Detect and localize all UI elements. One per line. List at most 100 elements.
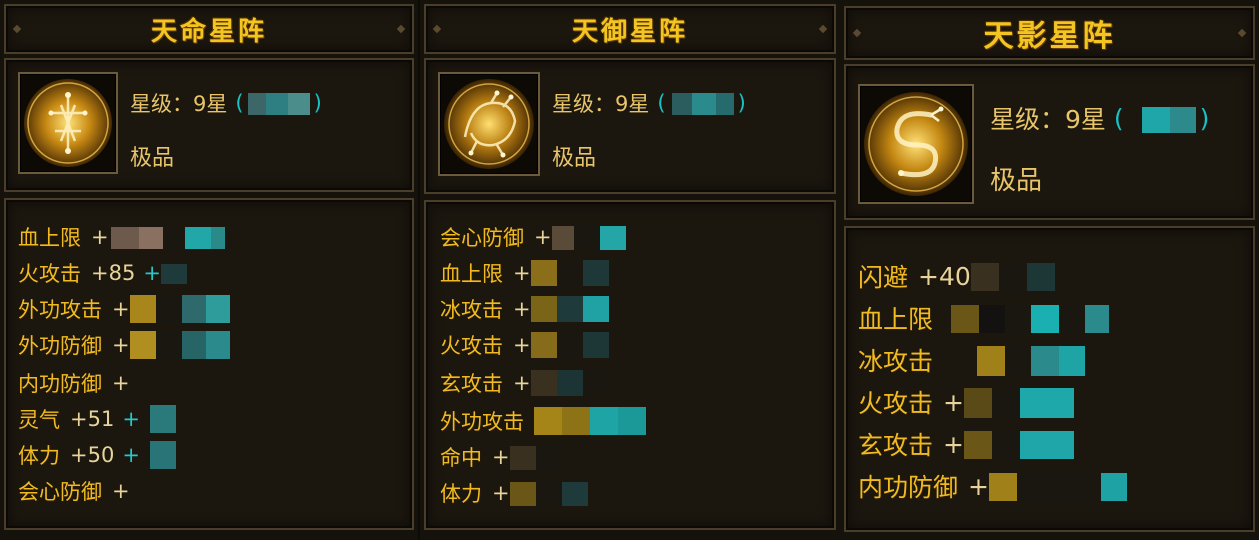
panel-tianying: 天影星阵 星级：9星 () 极品 闪避 +40 血上限 冰攻击 火攻击 + 玄… — [840, 0, 1259, 540]
stat-value: + — [513, 371, 531, 395]
stat-label: 血上限 — [858, 305, 934, 334]
stat-value: +50 — [70, 443, 115, 467]
stat-row: 闪避 +40 — [858, 258, 1055, 294]
redacted-mosaic — [160, 261, 187, 285]
stats-box: 闪避 +40 血上限 冰攻击 火攻击 + 玄攻击 + 内功防御 + — [844, 226, 1255, 532]
stat-row: 火攻击 + — [440, 330, 609, 360]
redacted-mosaic — [149, 405, 176, 433]
stat-row: 命中 + — [440, 442, 562, 472]
redacted-mosaic — [534, 407, 646, 435]
stat-value: +51 — [70, 407, 115, 431]
redacted-mosaic — [247, 91, 310, 115]
stat-value: + — [534, 225, 552, 249]
stat-value: + — [112, 333, 130, 357]
stat-value: + — [513, 297, 531, 321]
star-level-label: 星级：9星 — [130, 92, 228, 116]
stat-value: +85 — [91, 261, 136, 285]
panel-title-box: 天命星阵 — [4, 4, 414, 54]
star-level-label: 星级：9星 — [552, 92, 650, 116]
stat-label: 灵气 — [18, 408, 60, 432]
stats-box: 会心防御 + 血上限 + 冰攻击 + 火攻击 + 玄攻击 + 外功攻击 命中 +… — [424, 200, 836, 530]
stat-label: 冰攻击 — [858, 347, 934, 376]
stat-row: 会心防御 + — [440, 222, 626, 252]
quality-label: 极品 — [990, 166, 1043, 196]
stat-label: 冰攻击 — [440, 298, 503, 322]
stat-label: 火攻击 — [18, 262, 81, 286]
stat-value: +40 — [918, 261, 971, 291]
stat-bonus: + — [143, 261, 161, 285]
stat-row: 冰攻击 — [858, 342, 1086, 378]
stat-label: 体力 — [18, 444, 60, 468]
redacted-mosaic — [963, 387, 1074, 418]
stat-row: 玄攻击 + — [858, 426, 1074, 462]
redacted-mosaic — [530, 260, 609, 286]
stat-row: 会心防御 + — [18, 476, 130, 506]
star-level-line: 星级：9星 ( ) — [990, 100, 1209, 136]
title-decoration — [396, 24, 406, 34]
panel-tianyu: 天御星阵 星级：9星 () 极品 会心防御 + 血上限 + 冰攻击 + 火攻击… — [420, 0, 840, 540]
constellation-icon-frame[interactable] — [18, 72, 118, 174]
stat-value: + — [91, 225, 109, 249]
constellation-icon-frame[interactable] — [858, 84, 974, 204]
stats-box: 血上限 + 火攻击 +85 + 外功攻击 + 外功防御 + 内功防御 + 灵气 … — [4, 198, 414, 530]
stat-row: 灵气 +51 + — [18, 404, 176, 434]
redacted-mosaic — [671, 91, 734, 115]
paren-close: ) — [737, 91, 746, 115]
title-decoration — [432, 24, 442, 34]
redacted-mosaic — [129, 331, 230, 359]
stat-value: + — [513, 333, 531, 357]
stat-row: 外功攻击 + — [18, 294, 230, 324]
constellation-icon-frame[interactable] — [438, 72, 540, 176]
star-info-box: 星级：9星 ( ) 极品 — [4, 58, 414, 192]
panel-title: 天影星阵 — [983, 19, 1116, 54]
redacted-mosaic — [970, 261, 1055, 291]
star-info-box: 星级：9星 ( ) 极品 — [844, 64, 1255, 220]
panel-title: 天命星阵 — [150, 16, 267, 47]
stat-label: 火攻击 — [440, 334, 503, 358]
stat-row: 血上限 + — [440, 258, 609, 288]
stat-value: + — [513, 261, 531, 285]
star-level-line: 星级：9星 ( ) — [552, 88, 746, 118]
stat-label: 会心防御 — [440, 226, 524, 250]
star-level-label: 星级：9星 — [990, 105, 1106, 134]
stat-label: 火攻击 — [858, 389, 934, 418]
redacted-mosaic — [110, 225, 225, 249]
panel-tianming: 天命星阵 星级：9星 () 极品 血上限 + 火攻击 +85 + 外功攻击 +… — [0, 0, 418, 540]
stat-value: + — [112, 297, 130, 321]
stat-label: 玄攻击 — [440, 372, 503, 396]
stat-row: 冰攻击 + — [440, 294, 609, 324]
stat-label: 内功防御 — [18, 372, 102, 396]
redacted-mosaic — [1141, 104, 1196, 133]
stat-row: 内功防御 + — [858, 468, 1127, 504]
stat-value: + — [968, 471, 989, 501]
stat-value: + — [943, 429, 964, 459]
stat-value: + — [943, 387, 964, 417]
quality-label: 极品 — [130, 146, 175, 171]
stat-value: + — [492, 445, 510, 469]
stat-row: 外功攻击 — [440, 406, 646, 436]
quality-label: 极品 — [552, 146, 597, 171]
stat-label: 血上限 — [440, 262, 503, 286]
paren-open: ( — [1113, 103, 1124, 133]
stat-bonus: + — [122, 443, 140, 467]
stat-row: 玄攻击 + — [440, 368, 609, 398]
stat-label: 体力 — [440, 482, 482, 506]
title-decoration — [12, 24, 22, 34]
stat-row: 体力 +50 + — [18, 440, 176, 470]
stat-row: 火攻击 +85 + — [18, 258, 187, 288]
golden-figure-sigil-icon — [24, 79, 112, 167]
stat-row: 外功防御 + — [18, 330, 230, 360]
golden-beast-sigil-icon — [444, 79, 534, 169]
title-decoration — [1237, 28, 1247, 38]
panel-title-box: 天御星阵 — [424, 4, 836, 54]
panel-title-box: 天影星阵 — [844, 6, 1255, 60]
redacted-mosaic — [530, 332, 609, 358]
stat-value: + — [492, 481, 510, 505]
redacted-mosaic — [509, 445, 562, 470]
stat-row: 血上限 + — [18, 222, 225, 252]
stat-label: 闪避 — [858, 263, 909, 292]
redacted-mosaic — [509, 481, 588, 506]
panel-title: 天御星阵 — [571, 16, 688, 47]
stat-label: 内功防御 — [858, 473, 959, 502]
stat-label: 外功攻击 — [18, 298, 102, 322]
